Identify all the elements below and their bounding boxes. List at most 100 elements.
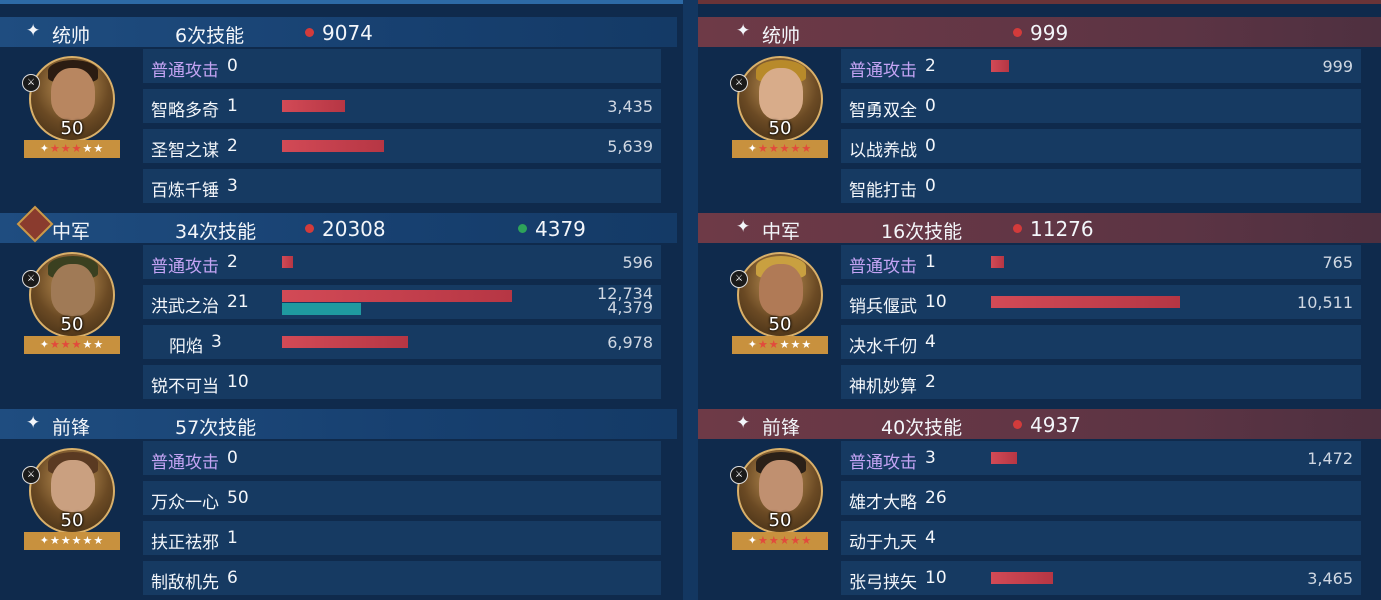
skill-count: 4	[925, 528, 936, 548]
skill-count: 2	[925, 372, 936, 392]
role-label: 中军	[762, 221, 801, 243]
skill-row: 决水千仞 4	[841, 325, 1361, 359]
damage-bar	[282, 290, 512, 302]
skill-row: 万众一心 50	[143, 481, 661, 515]
skill-row: 普通攻击 3 1,472	[841, 441, 1361, 475]
skill-name: 销兵偃武	[849, 297, 917, 317]
hero-portrait[interactable]: ⚔ 50 ✦★★★★★	[22, 448, 120, 552]
skill-count: 3	[227, 176, 238, 196]
skill-row: 销兵偃武 10 10,511	[841, 285, 1361, 319]
damage-total: 11276	[1013, 217, 1094, 241]
heal-bar	[282, 303, 361, 315]
skill-row: 普通攻击 2 596	[143, 245, 661, 279]
damage-dot-icon	[1013, 420, 1022, 429]
star-rating: ✦★★★★★	[732, 140, 828, 158]
hero-portrait[interactable]: ⚔ 50 ✦★★★★★	[730, 252, 828, 356]
skill-name: 普通攻击	[151, 257, 219, 277]
hero-level: 50	[768, 510, 792, 531]
star-rating: ✦★★★★★	[24, 532, 120, 550]
skill-count: 0	[925, 96, 936, 116]
damage-bar	[282, 140, 384, 152]
skill-name: 雄才大略	[849, 493, 917, 513]
hero-portrait[interactable]: ⚔ 50 ✦★★★★★	[730, 56, 828, 160]
skill-name: 决水千仞	[849, 337, 917, 357]
right-team-panel: ✦ 统帅 999 ⚔ 50 ✦★★★★★ 普通攻击 2 999 智勇双全 0 以…	[698, 0, 1381, 600]
damage-dot-icon	[305, 224, 314, 233]
skill-row: 阳焰 3 6,978	[143, 325, 661, 359]
damage-bar	[282, 336, 408, 348]
hero-level: 50	[60, 314, 84, 335]
star-rating: ✦★★★★★	[732, 532, 828, 550]
hero-level: 50	[60, 510, 84, 531]
skill-name: 制敌机先	[151, 573, 219, 593]
sparkle-icon: ✦	[26, 413, 41, 433]
skill-row: 以战养战 0	[841, 129, 1361, 163]
skill-damage-value: 6,978	[607, 333, 653, 352]
star-rating: ✦★★★★★	[24, 140, 120, 158]
left-team-panel: ✦ 统帅 6次技能 9074 ⚔ 50 ✦★★★★★ 普通攻击 0 智略多奇 1…	[0, 0, 683, 600]
damage-bar	[991, 296, 1180, 308]
hero-level: 50	[768, 314, 792, 335]
skill-count: 2	[227, 136, 238, 156]
skill-heal-value: 4,379	[607, 298, 653, 317]
sword-icon: ⚔	[730, 270, 748, 288]
skill-count: 4	[925, 332, 936, 352]
skill-name: 扶正祛邪	[151, 533, 219, 553]
cast-count: 34次技能	[175, 221, 257, 243]
right-section-center: ✦ 中军 16次技能 11276 ⚔ 50 ✦★★★★★ 普通攻击 1 765 …	[698, 196, 1381, 399]
skill-count: 10	[925, 568, 947, 588]
sparkle-icon: ✦	[736, 21, 751, 41]
skill-name: 普通攻击	[849, 453, 917, 473]
cast-count: 16次技能	[881, 221, 963, 243]
right-section-vanguard: ✦ 前锋 40次技能 4937 ⚔ 50 ✦★★★★★ 普通攻击 3 1,472…	[698, 392, 1381, 595]
skill-count: 3	[211, 332, 222, 352]
damage-dot-icon	[1013, 28, 1022, 37]
damage-bar	[991, 452, 1017, 464]
left-section-vanguard: ✦ 前锋 57次技能 ⚔ 50 ✦★★★★★ 普通攻击 0 万众一心 50 扶正…	[0, 392, 683, 595]
skill-name: 智勇双全	[849, 101, 917, 121]
skill-row: 普通攻击 0	[143, 49, 661, 83]
right-section-commander: ✦ 统帅 999 ⚔ 50 ✦★★★★★ 普通攻击 2 999 智勇双全 0 以…	[698, 0, 1381, 203]
skill-damage-value: 3,435	[607, 97, 653, 116]
cast-count: 40次技能	[881, 417, 963, 439]
role-label: 统帅	[52, 25, 91, 47]
skill-name: 动于九天	[849, 533, 917, 553]
skill-damage-value: 999	[1322, 57, 1353, 76]
damage-dot-icon	[305, 28, 314, 37]
skill-row: 普通攻击 2 999	[841, 49, 1361, 83]
hero-portrait[interactable]: ⚔ 50 ✦★★★★★	[22, 56, 120, 160]
section-header: ✦ 统帅 999	[698, 17, 1381, 47]
sword-icon: ⚔	[730, 466, 748, 484]
section-header: 中军 34次技能 20308 4379	[0, 205, 677, 243]
skill-row: 扶正祛邪 1	[143, 521, 661, 555]
skill-count: 0	[925, 136, 936, 156]
skill-count: 2	[227, 252, 238, 272]
role-label: 前锋	[762, 417, 801, 439]
skill-name: 智略多奇	[151, 101, 219, 121]
star-rating: ✦★★★★★	[732, 336, 828, 354]
skill-damage-value: 5,639	[607, 137, 653, 156]
skill-row: 智略多奇 1 3,435	[143, 89, 661, 123]
skill-count: 26	[925, 488, 947, 508]
skill-count: 50	[227, 488, 249, 508]
section-header: ✦ 中军 16次技能 11276	[698, 213, 1381, 243]
hero-portrait[interactable]: ⚔ 50 ✦★★★★★	[730, 448, 828, 552]
skill-row: 圣智之谋 2 5,639	[143, 129, 661, 163]
skill-name: 圣智之谋	[151, 141, 219, 161]
section-header: ✦ 前锋 57次技能	[0, 409, 677, 439]
skill-count: 2	[925, 56, 936, 76]
role-label: 统帅	[762, 25, 801, 47]
skill-count: 10	[925, 292, 947, 312]
role-label: 前锋	[52, 417, 91, 439]
hero-portrait[interactable]: ⚔ 50 ✦★★★★★	[22, 252, 120, 356]
skill-row: 制敌机先 6	[143, 561, 661, 595]
skill-row: 张弓挟矢 10 3,465	[841, 561, 1361, 595]
hero-level: 50	[768, 118, 792, 139]
star-rating: ✦★★★★★	[24, 336, 120, 354]
skill-row: 动于九天 4	[841, 521, 1361, 555]
skill-count: 10	[227, 372, 249, 392]
skill-count: 1	[227, 528, 238, 548]
heal-dot-icon	[518, 224, 527, 233]
damage-bar	[991, 256, 1004, 268]
skill-count: 0	[227, 448, 238, 468]
